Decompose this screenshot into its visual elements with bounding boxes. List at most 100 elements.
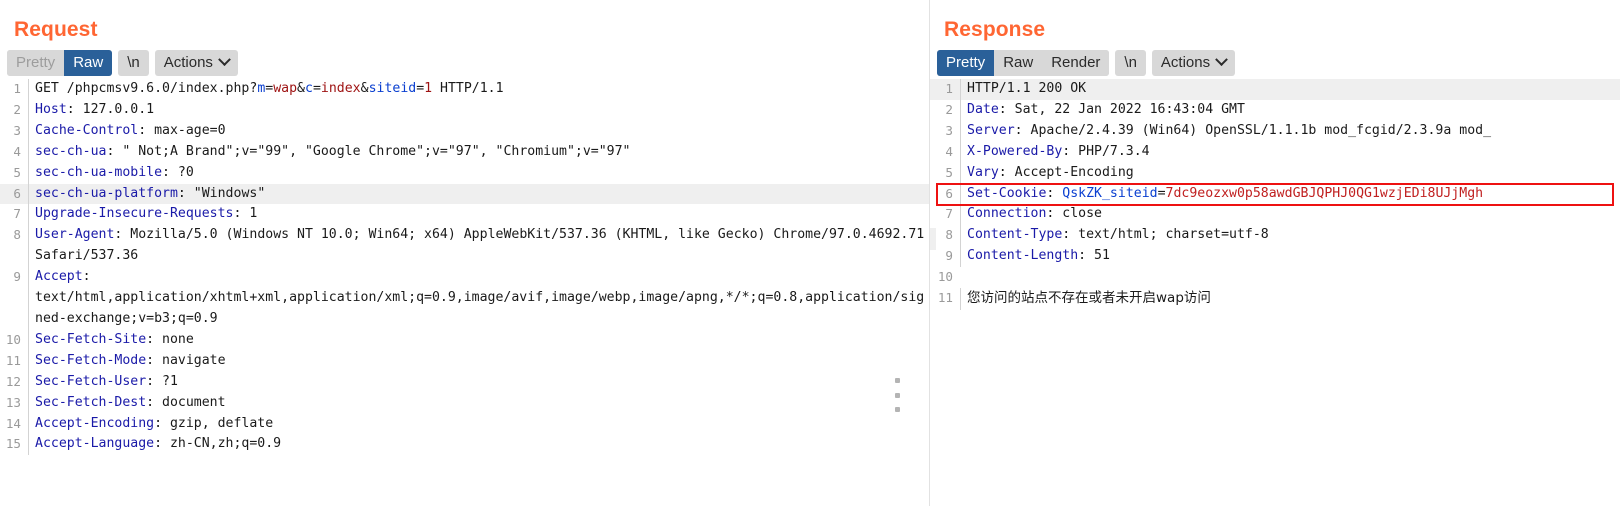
request-line: 3 Cache-Control: max-age=0: [0, 120, 930, 142]
request-line: 10 Sec-Fetch-Site: none: [0, 329, 930, 351]
tab-response-render[interactable]: Render: [1042, 49, 1110, 76]
code-text: : zh-CN,zh;q=0.9: [154, 436, 282, 452]
header-name: sec-ch-ua-platform: [35, 185, 178, 201]
line-content: Cache-Control: max-age=0: [28, 120, 930, 142]
header-name: Accept-Encoding: [35, 415, 155, 431]
line-content: User-Agent: Mozilla/5.0 (Windows NT 10.0…: [28, 225, 930, 268]
request-line: 1 GET /phpcmsv9.6.0/index.php?m=wap&c=ind…: [0, 79, 930, 100]
header-name: Accept: [35, 269, 83, 285]
code-text: : 127.0.0.1: [66, 101, 155, 117]
chevron-down-icon: [1215, 53, 1228, 67]
response-line: 4 X-Powered-By: PHP/7.3.4: [930, 141, 1620, 163]
vertical-dots-grip-icon[interactable]: [893, 378, 901, 412]
tab-request-raw[interactable]: Raw: [64, 49, 113, 76]
request-line: 2 Host: 127.0.0.1: [0, 99, 930, 121]
line-number: 11: [5, 352, 21, 368]
tab-response-pretty[interactable]: Pretty: [937, 49, 995, 76]
request-panel: Request Pretty Raw \n Actions 1 GET /phpc…: [0, 0, 930, 506]
line-content: Server: Apache/2.4.39 (Win64) OpenSSL/1.…: [960, 120, 1620, 142]
request-code-area[interactable]: 1 GET /phpcmsv9.6.0/index.php?m=wap&c=ind…: [0, 79, 930, 456]
line-content: GET /phpcmsv9.6.0/index.php?m=wap&c=inde…: [28, 79, 930, 100]
code-text: index: [320, 81, 361, 96]
line-number: 3: [13, 122, 21, 138]
line-content: 您访问的站点不存在或者未开启wap访问: [960, 288, 1620, 310]
line-number: 5: [945, 164, 953, 180]
code-text: : document: [146, 394, 226, 410]
response-line: 7 Connection: close: [930, 204, 1620, 226]
request-line-list: 1 GET /phpcmsv9.6.0/index.php?m=wap&c=ind…: [0, 79, 930, 456]
header-name: Sec-Fetch-User: [35, 373, 147, 389]
code-text: HTTP/1.1: [432, 81, 504, 96]
code-text: =: [1157, 185, 1166, 201]
code-text: siteid: [368, 81, 417, 96]
code-text: : Accept-Encoding: [998, 164, 1134, 180]
code-text: GET /phpcmsv9.6.0/index.php?: [35, 81, 258, 96]
header-name: Content-Length: [967, 248, 1079, 264]
header-name: Sec-Fetch-Dest: [35, 394, 147, 410]
request-newline-tabgroup: \n: [118, 49, 149, 76]
header-name: Connection: [967, 206, 1047, 222]
request-line: 4 sec-ch-ua: " Not;A Brand";v="99", "Goog…: [0, 141, 930, 163]
response-line: 9 Content-Length: 51: [930, 246, 1620, 268]
chevron-down-icon: [218, 53, 231, 67]
header-name: Vary: [967, 164, 999, 180]
line-content: X-Powered-By: PHP/7.3.4: [960, 141, 1620, 163]
line-content: Upgrade-Insecure-Requests: 1: [28, 204, 930, 226]
line-content: Sec-Fetch-Dest: document: [28, 392, 930, 414]
line-content: Sec-Fetch-Mode: navigate: [28, 350, 930, 372]
response-tabbar: Pretty Raw Render \n Actions: [930, 43, 1620, 76]
line-content: sec-ch-ua: " Not;A Brand";v="99", "Googl…: [28, 141, 930, 163]
code-text: :: [1046, 185, 1063, 201]
line-number: 9: [13, 269, 21, 285]
request-line: 8 User-Agent: Mozilla/5.0 (Windows NT 10.…: [0, 225, 930, 268]
header-name: Accept-Language: [35, 436, 155, 452]
line-content: Host: 127.0.0.1: [28, 99, 930, 121]
request-actions-button[interactable]: Actions: [154, 49, 238, 76]
response-line-list: 1 HTTP/1.1 200 OK 2 Date: Sat, 22 Jan 2022 …: [930, 79, 1620, 310]
code-text: : 1: [233, 206, 258, 222]
line-content: Content-Type: text/html; charset=utf-8: [960, 225, 1620, 247]
line-number: 6: [13, 185, 21, 201]
line-number: 2: [13, 101, 21, 117]
header-name: Host: [35, 101, 67, 117]
response-line: 2 Date: Sat, 22 Jan 2022 16:43:04 GMT: [930, 99, 1620, 121]
code-text: : Apache/2.4.39 (Win64) OpenSSL/1.1.1b m…: [1014, 122, 1492, 138]
tab-response-newline[interactable]: \n: [1115, 49, 1146, 76]
tab-request-pretty[interactable]: Pretty: [7, 49, 65, 76]
line-content: Accept-Encoding: gzip, deflate: [28, 413, 930, 435]
line-content: sec-ch-ua-mobile: ?0: [28, 162, 930, 184]
header-name: X-Powered-By: [967, 143, 1063, 159]
response-actions-button[interactable]: Actions: [1151, 49, 1236, 76]
line-number: 14: [5, 415, 21, 431]
code-text: : text/html; charset=utf-8: [1062, 227, 1269, 243]
line-content: Vary: Accept-Encoding: [960, 162, 1620, 184]
code-text: : "Windows": [177, 185, 266, 201]
header-name: Sec-Fetch-Site: [35, 331, 147, 347]
request-panel-title: Request: [14, 18, 98, 41]
header-name: Sec-Fetch-Mode: [35, 352, 147, 368]
code-text: : ?0: [162, 164, 194, 180]
request-line: 13 Sec-Fetch-Dest: document: [0, 392, 930, 414]
response-code-area[interactable]: 1 HTTP/1.1 200 OK 2 Date: Sat, 22 Jan 2022 …: [930, 79, 1620, 310]
code-text: : Mozilla/5.0 (Windows NT 10.0; Win64; x…: [35, 227, 925, 264]
response-line: 10: [930, 267, 1620, 288]
tab-request-newline[interactable]: \n: [118, 49, 149, 76]
line-number: 9: [945, 248, 953, 264]
line-number: 1: [945, 81, 953, 96]
code-text: &: [360, 81, 369, 96]
code-text: : navigate: [146, 352, 226, 368]
line-content: HTTP/1.1 200 OK: [960, 79, 1620, 100]
line-content: Date: Sat, 22 Jan 2022 16:43:04 GMT: [960, 99, 1620, 121]
code-text: 您访问的站点不存在或者未开启wap访问: [967, 290, 1211, 307]
code-text: 7dc9eozxw0p58awdGBJQPHJ0QG1wzjEDi8UJjMgh: [1165, 185, 1484, 201]
tab-response-raw[interactable]: Raw: [994, 49, 1043, 76]
response-panel: Response Pretty Raw Render \n Actions 1H…: [930, 0, 1620, 506]
line-content: Connection: close: [960, 204, 1620, 226]
code-text: : ?1: [146, 373, 178, 389]
response-line: 11 您访问的站点不存在或者未开启wap访问: [930, 288, 1620, 310]
response-line: 3 Server: Apache/2.4.39 (Win64) OpenSSL/1…: [930, 120, 1620, 142]
line-number: 15: [5, 436, 21, 452]
header-name: Upgrade-Insecure-Requests: [35, 206, 234, 222]
line-number: 6: [945, 185, 953, 201]
request-line: 7 Upgrade-Insecure-Requests: 1: [0, 204, 930, 226]
